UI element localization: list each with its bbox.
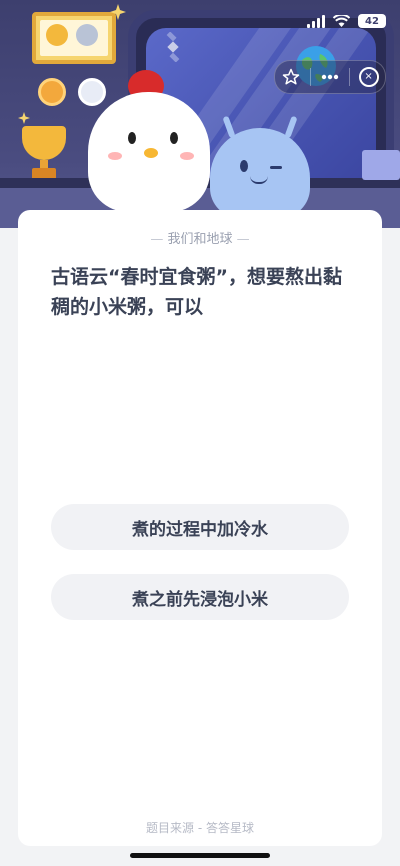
trophy-icon <box>22 126 66 160</box>
books-icon <box>362 150 400 180</box>
question-source: 题目来源 - 答答星球 <box>146 821 254 835</box>
answer-option-2[interactable]: 煮之前先浸泡小米 <box>51 574 349 620</box>
bronze-medal-icon <box>38 78 66 106</box>
wifi-icon <box>333 14 350 27</box>
answer-option-label: 煮之前先浸泡小米 <box>132 589 268 610</box>
chicken-mascot <box>88 92 210 212</box>
mini-program-capsule: × <box>274 60 386 94</box>
cellular-signal-icon <box>307 14 325 28</box>
alien-mascot <box>210 128 310 218</box>
quiz-card: — 我们和地球 — 古语云“春时宜食粥”，想要熬出黏稠的小米粥，可以 煮的过程中… <box>18 210 382 846</box>
more-dots-icon[interactable] <box>316 63 344 91</box>
gold-medal-icon <box>46 24 68 46</box>
satellite-icon <box>166 32 180 62</box>
close-circle-icon[interactable]: × <box>355 63 383 91</box>
star-icon[interactable] <box>277 63 305 91</box>
hero-illustration <box>0 0 400 228</box>
sparkle-icon <box>18 112 30 124</box>
answer-option-label: 煮的过程中加冷水 <box>132 519 268 540</box>
home-indicator[interactable] <box>130 853 270 858</box>
white-medal-icon <box>78 78 106 106</box>
silver-medal-icon <box>76 24 98 46</box>
award-frame <box>32 12 116 64</box>
status-bar: 42 <box>307 14 386 28</box>
answer-option-1[interactable]: 煮的过程中加冷水 <box>51 504 349 550</box>
topic-label: — 我们和地球 — <box>150 232 250 247</box>
sparkle-icon <box>110 4 126 20</box>
question-text: 古语云“春时宜食粥”，想要熬出黏稠的小米粥，可以 <box>51 266 342 318</box>
battery-indicator: 42 <box>358 14 386 28</box>
